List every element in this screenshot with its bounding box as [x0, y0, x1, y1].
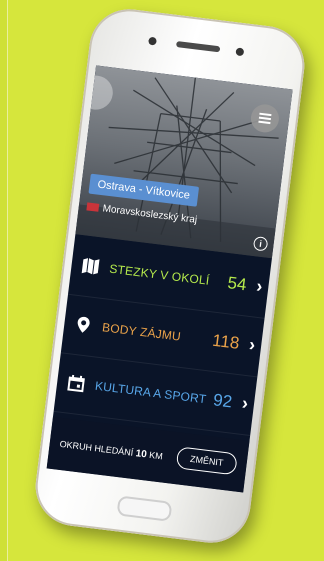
category-count: 118: [211, 330, 241, 353]
category-list: STEZKY V OKOLÍ 54 › BODY ZÁJMU 118 › KUL…: [53, 236, 272, 436]
radius-value: 10: [134, 448, 148, 461]
chevron-right-icon: ›: [240, 392, 250, 414]
chevron-right-icon: ›: [255, 275, 264, 297]
category-count: 54: [226, 273, 248, 295]
phone-stage: Ostrava - Vítkovice Moravskoslezský kraj…: [0, 0, 324, 561]
radius-unit: KM: [148, 449, 164, 462]
search-radius-text: OKRUH HLEDÁNÍ 10 KM: [59, 437, 164, 465]
category-label: BODY ZÁJMU: [101, 320, 182, 344]
map-icon: [81, 257, 100, 275]
hero-image: Ostrava - Vítkovice Moravskoslezský kraj…: [75, 65, 293, 259]
app-screen: Ostrava - Vítkovice Moravskoslezský kraj…: [46, 65, 293, 493]
chevron-right-icon: ›: [248, 334, 257, 355]
calendar-icon: [67, 374, 85, 393]
category-label: KULTURA A SPORT: [94, 378, 208, 407]
change-radius-button[interactable]: ZMĚNIT: [175, 446, 238, 476]
category-count: 92: [212, 390, 234, 412]
front-camera: [148, 36, 157, 46]
phone-speaker: [175, 41, 221, 53]
region-flag-icon: [86, 202, 100, 213]
radius-label: OKRUH HLEDÁNÍ: [59, 438, 134, 458]
location-pin-icon: [77, 316, 90, 333]
home-button[interactable]: [116, 495, 173, 522]
phone-body: Ostrava - Vítkovice Moravskoslezský kraj…: [31, 4, 309, 548]
category-label: STEZKY V OKOLÍ: [108, 261, 211, 288]
proximity-sensor: [235, 47, 245, 57]
